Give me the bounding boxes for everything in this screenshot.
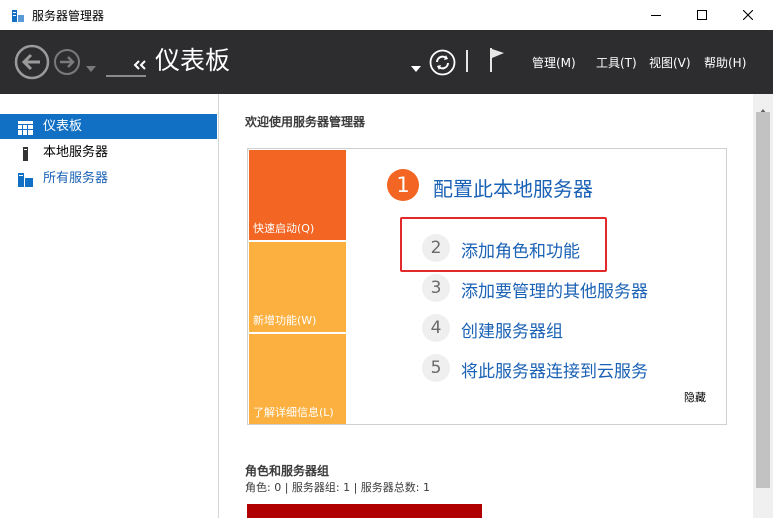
refresh-dropdown-icon[interactable]	[411, 58, 421, 72]
dashboard-content: 欢迎使用服务器管理器 快速启动(Q) 新增功能(W) 了解详细信息(L) 1 配…	[220, 94, 753, 518]
role-tile-header[interactable]	[247, 504, 482, 518]
flag-icon[interactable]	[487, 46, 507, 74]
server-icon	[18, 146, 33, 161]
menu-tools[interactable]: 工具(T)	[596, 54, 637, 71]
maximize-icon	[697, 10, 707, 20]
sidebar-item-dashboard[interactable]: 仪表板	[0, 114, 217, 139]
servers-icon	[18, 172, 33, 187]
maximize-button[interactable]	[679, 0, 725, 30]
step-5-number-badge: 5	[422, 354, 450, 382]
welcome-title: 欢迎使用服务器管理器	[245, 115, 366, 129]
tile-label: 了解详细信息(L)	[253, 406, 334, 419]
step-3-add-servers-link[interactable]: 添加要管理的其他服务器	[461, 277, 648, 302]
dashboard-icon	[18, 120, 33, 135]
welcome-panel: 快速启动(Q) 新增功能(W) 了解详细信息(L) 1 配置此本地服务器 2 添…	[247, 148, 727, 425]
header-toolbar: 仪表板 管理(M) 工具(T) 视图(V) 帮助(H)	[0, 30, 773, 94]
menu-view[interactable]: 视图(V)	[649, 54, 691, 71]
sidebar-item-label: 仪表板	[43, 119, 83, 134]
scroll-up-icon[interactable]	[759, 99, 767, 114]
sidebar-item-local-server[interactable]: 本地服务器	[0, 140, 217, 165]
forward-arrow-icon[interactable]	[53, 48, 81, 76]
hide-panel-link[interactable]: 隐藏	[684, 389, 706, 405]
breadcrumb-underline	[106, 75, 146, 77]
tile-learn-more[interactable]: 了解详细信息(L)	[249, 334, 346, 424]
step-3-number-badge: 3	[422, 274, 450, 302]
breadcrumb-chevrons-icon	[133, 56, 147, 70]
sidebar-item-label: 本地服务器	[43, 145, 109, 160]
minimize-icon	[651, 15, 661, 16]
step-2-add-roles-link[interactable]: 添加角色和功能	[461, 237, 580, 262]
toolbar-separator	[466, 50, 468, 72]
sidebar-item-label: 所有服务器	[43, 171, 109, 186]
close-icon	[743, 10, 753, 20]
menu-manage[interactable]: 管理(M)	[532, 54, 576, 71]
server-manager-app-icon	[11, 8, 25, 22]
window-title: 服务器管理器	[32, 9, 105, 23]
minimize-button[interactable]	[633, 0, 679, 30]
tile-label: 新增功能(W)	[253, 314, 317, 327]
step-4-create-group-link[interactable]: 创建服务器组	[461, 317, 563, 342]
step-2-number-badge: 2	[422, 234, 450, 262]
back-arrow-icon[interactable]	[14, 44, 50, 80]
step-1-configure-local-server-link[interactable]: 配置此本地服务器	[433, 173, 593, 202]
sidebar-item-all-servers[interactable]: 所有服务器	[0, 166, 217, 191]
vertical-scrollbar[interactable]	[753, 94, 773, 518]
page-title: 仪表板	[155, 46, 231, 75]
step-1-number-badge: 1	[387, 169, 419, 201]
step-5-connect-cloud-link[interactable]: 将此服务器连接到云服务	[461, 357, 648, 382]
refresh-icon[interactable]	[429, 49, 456, 76]
step-4-number-badge: 4	[422, 314, 450, 342]
server-manager-window: 服务器管理器 仪表板 管理(M) 工具(T) 视图(V) 帮助(H) 仪表板 本…	[0, 0, 773, 518]
tile-whats-new[interactable]: 新增功能(W)	[249, 242, 346, 332]
history-dropdown-icon[interactable]	[86, 58, 96, 72]
navigation-sidebar: 仪表板 本地服务器 所有服务器	[0, 94, 219, 518]
close-button[interactable]	[725, 0, 771, 30]
tile-quick-start[interactable]: 快速启动(Q)	[249, 150, 346, 240]
title-bar[interactable]: 服务器管理器	[0, 0, 773, 30]
menu-help[interactable]: 帮助(H)	[704, 54, 746, 71]
tile-label: 快速启动(Q)	[253, 222, 315, 235]
roles-summary-stats: 角色: 0 | 服务器组: 1 | 服务器总数: 1	[245, 481, 431, 494]
scrollbar-thumb[interactable]	[756, 112, 770, 488]
roles-section-title: 角色和服务器组	[245, 464, 330, 478]
